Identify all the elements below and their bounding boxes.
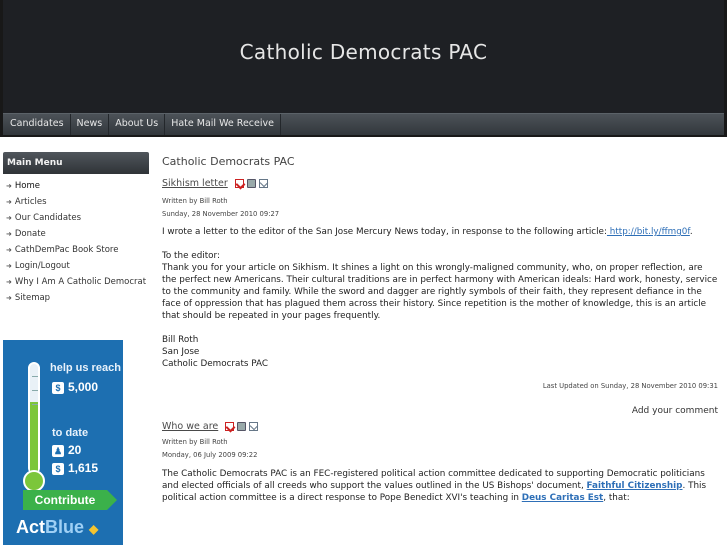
arrow-bullet-icon: ➜	[6, 278, 12, 286]
arrow-bullet-icon: ➜	[6, 182, 12, 190]
menu-item-label: Sitemap	[14, 293, 51, 303]
header-banner: Catholic Democrats PAC	[3, 0, 724, 113]
article-who-we-are: Who we are Written by Bill Roth Monday, …	[162, 421, 718, 504]
top-navigation: Candidates News About Us Hate Mail We Re…	[3, 113, 724, 135]
menu-item-label: Home	[14, 181, 40, 191]
email-icon[interactable]	[258, 178, 268, 188]
article-tools	[225, 421, 261, 432]
menu-item-donate[interactable]: ➜ Donate	[3, 226, 149, 242]
arrow-bullet-icon: ➜	[6, 198, 12, 206]
menu-item-label: Donate	[14, 229, 46, 239]
article-date: Monday, 06 July 2009 09:22	[162, 451, 258, 459]
actblue-logo: ActBlue ◆	[16, 517, 99, 537]
article-author: Written by Bill Roth	[162, 197, 228, 205]
print-icon[interactable]	[246, 178, 256, 188]
menu-item-login-logout[interactable]: ➜ Login/Logout	[3, 258, 149, 274]
nav-candidates[interactable]: Candidates	[3, 114, 71, 135]
article-title-link[interactable]: Sikhism letter	[162, 178, 228, 189]
article-date: Sunday, 28 November 2010 09:27	[162, 210, 280, 218]
menu-item-label: Why I Am A Catholic Democrat	[14, 277, 147, 287]
menu-item-articles[interactable]: ➜ Articles	[3, 194, 149, 210]
dollar-icon: $	[52, 381, 64, 394]
site-title: Catholic Democrats PAC	[239, 40, 488, 64]
menu-item-book-store[interactable]: ➜ CathDemPac Book Store	[3, 242, 149, 258]
arrow-bullet-icon: ➜	[6, 230, 12, 238]
letter-salutation: To the editor:	[162, 251, 220, 261]
dollar-icon: $	[52, 462, 64, 475]
signature-name: Bill Roth	[162, 335, 199, 345]
arrow-bullet-icon: ➜	[6, 214, 12, 222]
article-intro: I wrote a letter to the editor of the Sa…	[162, 227, 693, 237]
faithful-citizenship-link[interactable]: Faithful Citizenship	[587, 481, 683, 491]
add-comment-link[interactable]: Add your comment	[162, 406, 718, 416]
arrow-bullet-icon: ➜	[6, 294, 12, 302]
article-body: The Catholic Democrats PAC is an FEC-reg…	[162, 469, 707, 503]
sidebar: Main Menu ➜ Home ➜ Articles ➜ Our Candidate…	[3, 152, 149, 306]
article-title-link[interactable]: Who we are	[162, 421, 218, 432]
pdf-icon[interactable]	[234, 178, 244, 188]
last-updated: Last Updated on Sunday, 28 November 2010…	[542, 382, 718, 390]
donor-count: ♟ 20	[52, 443, 82, 457]
site-header: Catholic Democrats PAC Candidates News A…	[0, 0, 727, 137]
menu-item-sitemap[interactable]: ➜ Sitemap	[3, 290, 149, 306]
nav-hate-mail[interactable]: Hate Mail We Receive	[165, 114, 281, 135]
print-icon[interactable]	[237, 421, 247, 431]
deus-caritas-est-link[interactable]: Deus Caritas Est	[522, 493, 603, 503]
contribute-button[interactable]: Contribute	[23, 490, 117, 510]
person-icon: ♟	[52, 444, 64, 457]
arrow-bullet-icon: ➜	[6, 246, 12, 254]
article-tools	[234, 178, 271, 189]
menu-item-our-candidates[interactable]: ➜ Our Candidates	[3, 210, 149, 226]
lock-icon: ◆	[89, 522, 99, 536]
actblue-widget[interactable]: help us reach $5,000 to date ♟ 20 $1,615 …	[3, 340, 123, 545]
pdf-icon[interactable]	[225, 421, 235, 431]
fundraising-goal-label: help us reach	[50, 362, 121, 374]
page-title: Catholic Democrats PAC	[162, 155, 295, 168]
amount-raised: $1,615	[52, 461, 98, 475]
arrow-bullet-icon: ➜	[6, 262, 12, 270]
nav-news[interactable]: News	[71, 114, 110, 135]
fundraising-goal: $5,000	[52, 380, 98, 394]
thermometer-icon	[23, 362, 45, 492]
article-author: Written by Bill Roth	[162, 438, 228, 446]
main-menu-title: Main Menu	[3, 152, 149, 174]
bitly-link[interactable]: http://bit.ly/ffmg0f	[607, 227, 690, 237]
letter-body: Thank you for your article on Sikhism. I…	[162, 263, 718, 321]
article-sikhism: Sikhism letter Written by Bill Roth Sund…	[162, 178, 718, 416]
menu-item-why-catholic-democrat[interactable]: ➜ Why I Am A Catholic Democrat	[3, 274, 149, 290]
menu-item-label: CathDemPac Book Store	[14, 245, 119, 255]
menu-item-label: Login/Logout	[14, 261, 70, 271]
to-date-label: to date	[52, 427, 89, 439]
menu-item-label: Our Candidates	[14, 213, 82, 223]
main-menu: ➜ Home ➜ Articles ➜ Our Candidates ➜ Donate …	[3, 178, 149, 306]
signature-org: Catholic Democrats PAC	[162, 359, 269, 369]
signature-city: San Jose	[162, 347, 200, 357]
email-icon[interactable]	[249, 421, 259, 431]
menu-item-label: Articles	[14, 197, 47, 207]
menu-item-home[interactable]: ➜ Home	[3, 178, 149, 194]
main-content: Catholic Democrats PAC Sikhism letter Wr…	[162, 152, 718, 504]
nav-about-us[interactable]: About Us	[109, 114, 166, 135]
